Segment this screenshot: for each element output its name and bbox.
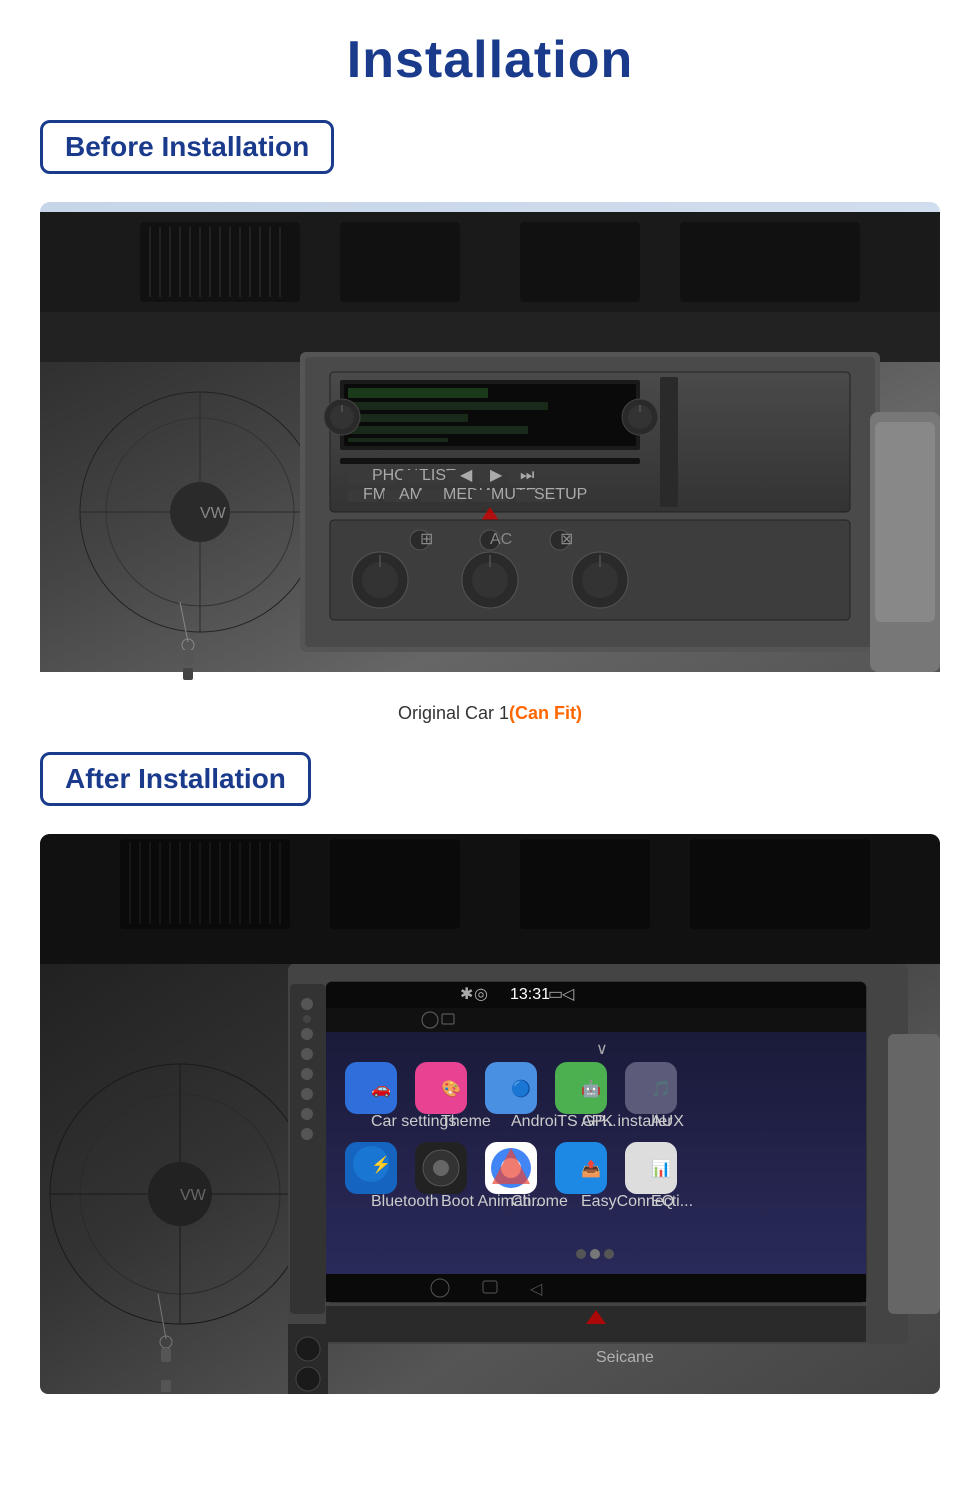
- svg-text:⊠: ⊠: [560, 531, 573, 548]
- svg-text:◀: ◀: [460, 467, 473, 484]
- svg-text:EQ: EQ: [651, 1193, 674, 1210]
- before-installation-image-container: VW PHONE LIST ◀ ▶ ⏭: [40, 202, 940, 687]
- svg-text:AUX: AUX: [651, 1113, 684, 1130]
- svg-text:▶: ▶: [490, 467, 503, 484]
- svg-text:🤖: 🤖: [581, 1079, 601, 1098]
- svg-text:Theme: Theme: [441, 1113, 491, 1130]
- svg-text:VW: VW: [180, 1187, 207, 1204]
- svg-text:📤: 📤: [581, 1159, 601, 1178]
- svg-text:Bluetooth: Bluetooth: [371, 1193, 439, 1210]
- svg-text:🚗: 🚗: [371, 1081, 391, 1098]
- svg-text:AM: AM: [399, 486, 423, 503]
- svg-text:✱: ✱: [460, 986, 473, 1003]
- after-installation-image: VW ✱ ◎ 13:31 ▭ ◁: [40, 834, 940, 1394]
- svg-text:🎨: 🎨: [441, 1079, 461, 1098]
- svg-text:⏭: ⏭: [520, 467, 534, 484]
- after-installation-badge: After Installation: [40, 752, 311, 806]
- page-title: Installation: [347, 30, 633, 90]
- svg-text:Seicane: Seicane: [596, 1349, 654, 1366]
- svg-text:⚡: ⚡: [371, 1155, 391, 1174]
- svg-text:🔵: 🔵: [511, 1079, 531, 1098]
- svg-text:SETUP: SETUP: [534, 486, 587, 503]
- svg-text:EasyConnecti...: EasyConnecti...: [581, 1193, 693, 1210]
- svg-text:AC: AC: [490, 531, 512, 548]
- before-installation-image: VW PHONE LIST ◀ ▶ ⏭: [40, 202, 940, 682]
- svg-text:◁: ◁: [530, 1281, 543, 1298]
- svg-text:Chrome: Chrome: [511, 1193, 568, 1210]
- svg-text:◎: ◎: [474, 986, 488, 1003]
- svg-text:⊞: ⊞: [420, 531, 433, 548]
- svg-text:◁: ◁: [562, 986, 575, 1003]
- svg-text:FM: FM: [363, 486, 386, 503]
- svg-text:∨: ∨: [596, 1041, 608, 1058]
- after-installation-image-container: VW ✱ ◎ 13:31 ▭ ◁: [40, 834, 940, 1399]
- svg-text:▭: ▭: [548, 986, 563, 1003]
- svg-text:VW: VW: [200, 505, 227, 522]
- before-installation-badge: Before Installation: [40, 120, 334, 174]
- svg-text:📊: 📊: [651, 1159, 671, 1178]
- before-caption: Original Car 1(Can Fit): [398, 703, 582, 724]
- svg-text:🎵: 🎵: [651, 1080, 671, 1098]
- can-fit-text: (Can Fit): [509, 703, 582, 723]
- svg-text:13:31: 13:31: [510, 986, 550, 1003]
